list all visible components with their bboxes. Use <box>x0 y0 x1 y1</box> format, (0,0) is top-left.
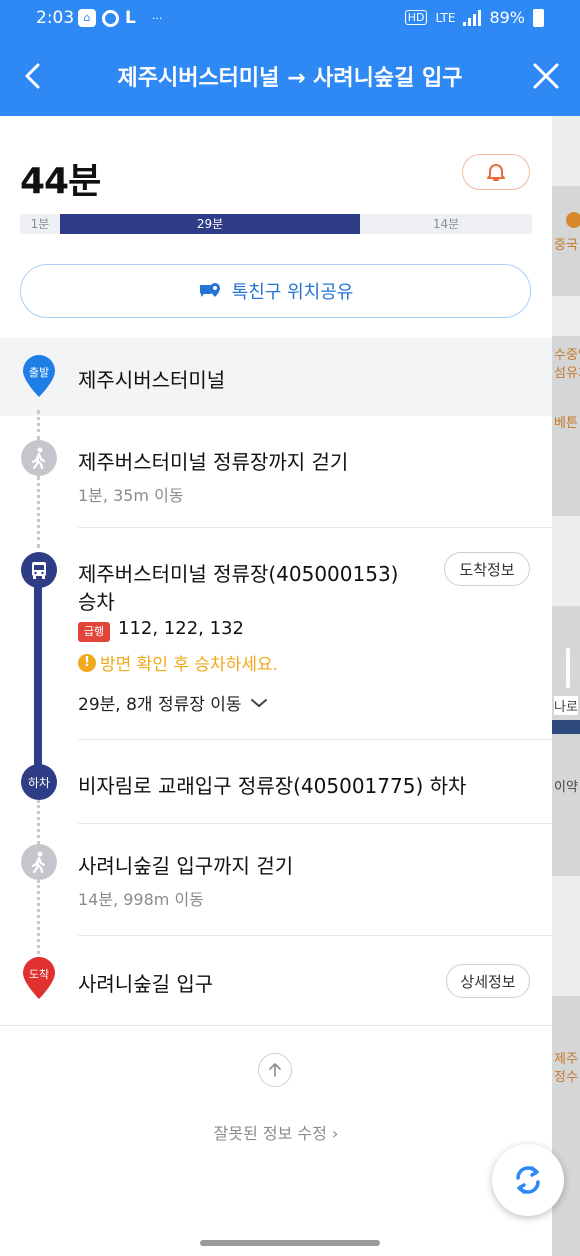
map-label: 중국 <box>554 238 578 253</box>
page-title: 제주시버스터미널 → 사려니숲길 입구 <box>117 66 463 91</box>
arrow-up-icon <box>269 1063 281 1077</box>
app-notification-icon: ⌂ <box>78 9 96 27</box>
arrival-info-button[interactable]: 도착정보 <box>444 552 530 586</box>
status-right: HD LTE 89% <box>404 8 544 27</box>
total-time: 44분 <box>20 161 101 202</box>
bus-route-line <box>34 586 42 766</box>
alarm-button[interactable] <box>462 154 530 190</box>
start-label: 제주시버스터미널 <box>78 368 226 392</box>
ride-info-toggle[interactable]: 29분, 8개 정류장 이동 <box>78 690 268 715</box>
end-pin-icon: 도착 <box>23 957 55 999</box>
segment-walk-end: 14분 <box>432 217 460 231</box>
more-dots-icon: ··· <box>151 11 163 25</box>
start-badge-text: 출발 <box>29 366 49 379</box>
map-road <box>552 876 580 996</box>
segment-walk-start: 1분 <box>30 217 50 231</box>
end-label: 사려니숲길 입구 <box>78 972 214 996</box>
step-walk-2[interactable]: 사려니숲길 입구까지 걷기 14분, 998m 이동 <box>0 824 552 936</box>
status-bar: 2:03 ⌂ L ··· HD LTE 89% <box>0 0 580 36</box>
boarding-warning: 방면 확인 후 승차하세요. <box>100 655 279 675</box>
segment-bus: 29분 <box>60 214 360 234</box>
share-location-label: 톡친구 위치공유 <box>231 282 354 303</box>
status-notification-icons: ⌂ L ··· <box>78 8 162 28</box>
map-road <box>552 720 580 734</box>
start-pin-icon: 출발 <box>23 355 55 397</box>
home-indicator[interactable] <box>200 1240 380 1246</box>
line-app-icon: L <box>125 8 136 28</box>
ride-info-label: 29분, 8개 정류장 이동 <box>78 695 242 715</box>
map-label: 섬유치 <box>554 366 580 381</box>
map-poi-icon <box>566 212 580 228</box>
network-type: LTE <box>435 10 456 25</box>
map-label: 베튼 <box>554 416 578 431</box>
map-label: 나로 <box>554 696 578 715</box>
header: 제주시버스터미널 → 사려니숲길 입구 <box>0 36 580 116</box>
hd-icon: HD <box>404 10 428 25</box>
bus-board-stop: 제주버스터미널 정류장(405000153) <box>78 562 399 586</box>
bus-board-action: 승차 <box>78 590 115 614</box>
walk-1-detail: 1분, 35m 이동 <box>78 486 184 505</box>
battery-percent: 89% <box>489 8 525 27</box>
express-badge: 급행 <box>78 622 110 642</box>
route-detail-panel: 44분 1분 29분 14분 톡친구 위치공유 출발 제주시버스터미널 제주버스… <box>0 116 552 1256</box>
map-road <box>552 516 580 606</box>
walk-2-label: 사려니숲길 입구까지 걷기 <box>78 854 294 878</box>
chevron-left-icon <box>25 63 40 89</box>
step-end[interactable]: 도착 사려니숲길 입구 상세정보 <box>0 936 552 1026</box>
map-label: 이약 <box>554 780 578 795</box>
step-bus-board[interactable]: 제주버스터미널 정류장(405000153) 승차 도착정보 급행 112, 1… <box>0 528 552 740</box>
warning-icon: ! <box>78 654 96 672</box>
map-road <box>552 296 580 336</box>
walk-2-detail: 14분, 998m 이동 <box>78 890 204 909</box>
detail-info-button[interactable]: 상세정보 <box>446 964 530 998</box>
bus-route-numbers[interactable]: 112, 122, 132 <box>118 618 244 639</box>
signal-icon <box>463 9 482 26</box>
map-label: 수중앙 <box>554 348 580 363</box>
refresh-icon <box>516 1166 540 1194</box>
share-location-button[interactable]: 톡친구 위치공유 <box>20 264 531 318</box>
scroll-top-button[interactable] <box>258 1053 292 1087</box>
step-walk-1[interactable]: 제주버스터미널 정류장까지 걷기 1분, 35m 이동 <box>0 416 552 528</box>
step-start[interactable]: 출발 제주시버스터미널 <box>0 338 552 416</box>
walk-1-label: 제주버스터미널 정류장까지 걷기 <box>78 450 349 474</box>
battery-icon <box>533 8 544 27</box>
close-button[interactable] <box>528 58 564 94</box>
time-breakdown-bar: 1분 29분 14분 <box>20 214 532 234</box>
alight-badge: 하차 <box>21 764 57 800</box>
map-scroll-handle[interactable] <box>566 648 570 688</box>
map-label: 정수 <box>554 1070 578 1085</box>
step-bus-alight[interactable]: 하차 비자림로 교래입구 정류장(405001775) 하차 <box>0 740 552 824</box>
walk-icon <box>21 844 57 880</box>
map-label: 제주 <box>554 1052 578 1067</box>
bell-icon <box>487 164 505 181</box>
bus-icon <box>21 552 57 588</box>
map-road <box>552 116 580 186</box>
refresh-button[interactable] <box>492 1144 564 1216</box>
ring-icon <box>102 9 119 27</box>
chevron-down-icon <box>250 698 267 707</box>
status-time: 2:03 <box>36 8 75 28</box>
end-badge-text: 도착 <box>29 968 49 981</box>
close-icon <box>533 63 559 89</box>
location-share-icon <box>199 283 220 297</box>
walk-icon <box>21 440 57 476</box>
alight-label: 비자림로 교래입구 정류장(405001775) 하차 <box>78 774 467 798</box>
back-button[interactable] <box>16 58 52 94</box>
divider <box>0 1025 552 1026</box>
report-error-link[interactable]: 잘못된 정보 수정 › <box>0 1120 552 1144</box>
